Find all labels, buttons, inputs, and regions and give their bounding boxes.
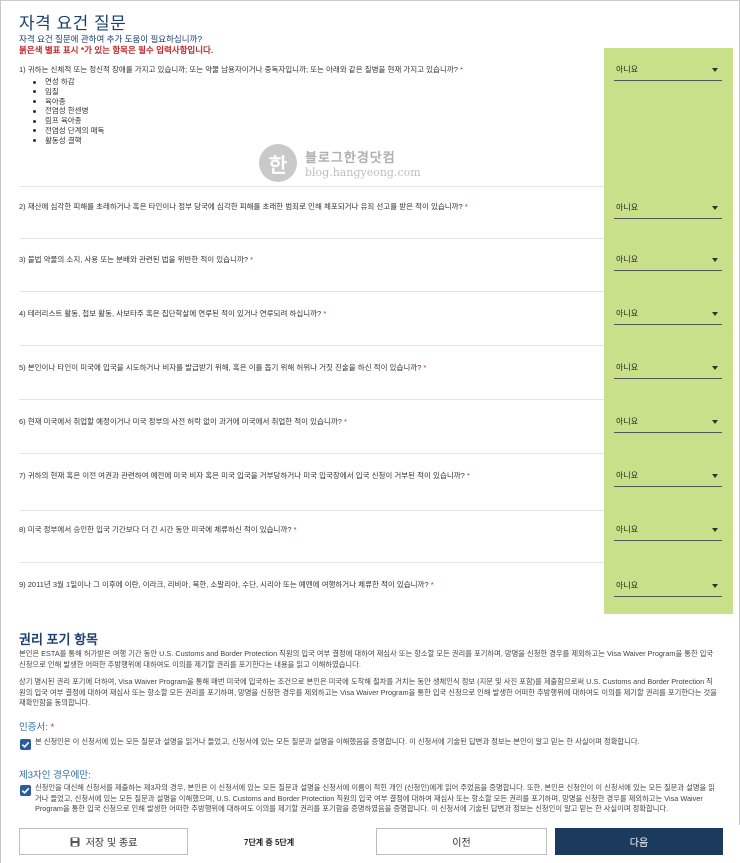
list-item: 림프 육아종 bbox=[31, 116, 104, 126]
question-3: 3) 불법 약물의 소지, 사용 또는 분배와 관련된 법을 위반한 적이 있습… bbox=[19, 255, 254, 264]
answer-dropdown-2[interactable]: 아니요 bbox=[614, 197, 722, 219]
watermark-url: blog.hangyeong.com bbox=[305, 166, 421, 179]
list-item: 임질 bbox=[31, 87, 104, 97]
answer-dropdown-8[interactable]: 아니요 bbox=[614, 519, 722, 541]
watermark: 한 블로그한경닷컴 blog.hangyeong.com bbox=[259, 144, 421, 182]
chevron-down-icon bbox=[712, 311, 718, 316]
list-item: 전염성 단계의 매독 bbox=[31, 126, 104, 136]
question-5: 5) 본인이나 타인이 미국에 입국을 시도하거나 비자를 발급받기 위해, 혹… bbox=[19, 363, 427, 372]
divider bbox=[19, 238, 604, 239]
watermark-logo: 한 bbox=[259, 144, 297, 182]
divider bbox=[19, 453, 604, 454]
chevron-down-icon bbox=[712, 365, 718, 370]
list-item: 육아종 bbox=[31, 97, 104, 107]
divider bbox=[19, 291, 604, 292]
answer-dropdown-3[interactable]: 아니요 bbox=[614, 249, 722, 271]
divider bbox=[19, 186, 604, 187]
question-6: 6) 현재 미국에서 취업할 예정이거나 미국 정부의 사전 허락 없이 과거에… bbox=[19, 417, 347, 426]
question-1: 1) 귀하는 신체적 또는 정신적 장애를 가지고 있습니까; 또는 약물 남용… bbox=[19, 65, 463, 74]
page-title: 자격 요건 질문 bbox=[19, 14, 127, 33]
answer-dropdown-7[interactable]: 아니요 bbox=[614, 465, 722, 487]
eligibility-form: 자격 요건 질문 자격 요건 질문에 관하여 추가 도움이 필요하십니까? 붉은… bbox=[0, 0, 740, 863]
list-item: 활동성 결핵 bbox=[31, 136, 104, 146]
chevron-down-icon bbox=[712, 257, 718, 262]
answer-dropdown-5[interactable]: 아니요 bbox=[614, 357, 722, 379]
next-button[interactable]: 다음 bbox=[555, 828, 723, 855]
chevron-down-icon bbox=[712, 583, 718, 588]
certification-label: 인증서: * bbox=[19, 722, 55, 733]
question-7: 7) 귀하의 현재 혹은 이전 여권과 관련하여 예전에 미국 비자 혹은 미국… bbox=[19, 471, 470, 480]
answer-dropdown-4[interactable]: 아니요 bbox=[614, 303, 722, 325]
waiver-paragraph-2: 상기 명시된 권리 포기에 더하여, Visa Waiver Program을 … bbox=[19, 677, 717, 707]
divider bbox=[19, 510, 604, 511]
third-party-text: 신청인을 대신해 신청서를 제출하는 제3자의 경우, 본인은 이 신청서에 있… bbox=[35, 783, 715, 813]
chevron-down-icon bbox=[712, 527, 718, 532]
disease-list: 연성 하감 임질 육아종 전염성 한센병 림프 육아종 전염성 단계의 매독 활… bbox=[31, 77, 104, 146]
save-icon bbox=[70, 837, 80, 846]
check-icon bbox=[21, 787, 30, 794]
list-item: 연성 하감 bbox=[31, 77, 104, 87]
answer-dropdown-6[interactable]: 아니요 bbox=[614, 411, 722, 433]
divider bbox=[19, 399, 604, 400]
previous-button[interactable]: 이전 bbox=[376, 828, 547, 855]
certification-text: 본 신청인은 이 신청서에 있는 모든 질문과 설명을 읽거나 들었고, 신청서… bbox=[35, 737, 640, 746]
check-icon bbox=[21, 741, 30, 748]
chevron-down-icon bbox=[712, 205, 718, 210]
chevron-down-icon bbox=[712, 419, 718, 424]
divider bbox=[19, 562, 604, 563]
question-2: 2) 재산에 심각한 피해를 초래하거나 혹은 타인이나 정부 당국에 심각한 … bbox=[19, 202, 468, 211]
waiver-title: 권리 포기 항목 bbox=[19, 632, 98, 647]
chevron-down-icon bbox=[712, 67, 718, 72]
save-exit-button[interactable]: 저장 및 종료 bbox=[19, 828, 188, 855]
list-item: 전염성 한센병 bbox=[31, 106, 104, 116]
divider bbox=[19, 345, 604, 346]
third-party-label: 제3자인 경우에만: bbox=[19, 770, 91, 781]
required-note: 붉은색 별표 표시 *가 있는 항목은 필수 입력사항입니다. bbox=[19, 45, 214, 55]
certification-checkbox[interactable] bbox=[20, 739, 31, 750]
third-party-checkbox[interactable] bbox=[20, 785, 31, 796]
waiver-paragraph-1: 본인은 ESTA를 통해 허가받은 여행 기간 동안 U.S. Customs … bbox=[19, 649, 714, 669]
answer-dropdown-1[interactable]: 아니요 bbox=[614, 59, 722, 81]
question-8: 8) 미국 정부에서 승인한 입국 기간보다 더 긴 시간 동안 미국에 체류하… bbox=[19, 525, 297, 534]
question-9: 9) 2011년 3월 1일이나 그 이후에 이란, 이라크, 리비아, 북한,… bbox=[19, 580, 434, 589]
question-4: 4) 테러리스트 활동, 첩보 활동, 사보타주 혹은 집단학살에 연루된 적이… bbox=[19, 309, 327, 318]
chevron-down-icon bbox=[712, 473, 718, 478]
answer-dropdown-9[interactable]: 아니요 bbox=[614, 575, 722, 597]
step-indicator: 7단계 중 5단계 bbox=[244, 838, 295, 847]
watermark-name: 블로그한경닷컴 bbox=[305, 150, 396, 165]
